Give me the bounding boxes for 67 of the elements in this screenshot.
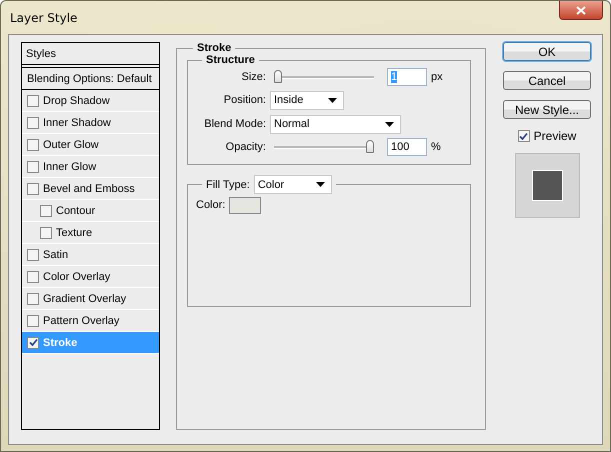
slider-thumb[interactable] <box>274 70 282 83</box>
style-item[interactable]: Drop Shadow <box>22 90 159 112</box>
style-label: Gradient Overlay <box>43 292 126 304</box>
field-label: Size: <box>240 71 266 83</box>
group-title: Stroke <box>196 42 232 54</box>
list-header: Styles <box>22 43 159 68</box>
style-item[interactable]: Gradient Overlay <box>22 288 159 310</box>
checkbox[interactable] <box>27 248 39 260</box>
checkbox[interactable] <box>27 336 39 348</box>
checkbox[interactable] <box>27 314 39 326</box>
checkbox[interactable] <box>27 292 39 304</box>
opacity-field[interactable]: 100 <box>387 138 427 156</box>
checkbox[interactable] <box>27 182 39 194</box>
checkbox[interactable] <box>27 116 39 128</box>
slider-thumb[interactable] <box>366 140 374 153</box>
style-label: Contour <box>56 204 96 216</box>
dialog-button[interactable]: New Style... <box>503 100 591 119</box>
style-item[interactable]: Blending Options: Default <box>22 68 159 90</box>
close-icon <box>576 6 586 14</box>
group-title: Structure <box>205 54 256 66</box>
field-label: Fill Type: <box>206 178 250 190</box>
style-label: Pattern Overlay <box>43 314 120 326</box>
style-item[interactable]: Contour <box>22 200 159 222</box>
style-label: Stroke <box>43 336 78 348</box>
style-item[interactable]: Outer Glow <box>22 134 159 156</box>
checkbox[interactable] <box>27 160 39 172</box>
style-item[interactable]: Satin <box>22 244 159 266</box>
color-swatch[interactable] <box>229 196 262 214</box>
field-label: Blend Mode: <box>203 118 266 130</box>
style-item[interactable]: Inner Glow <box>22 156 159 178</box>
checkbox[interactable] <box>27 138 39 150</box>
fill-type-dropdown[interactable]: Color <box>254 175 332 194</box>
blend-mode-dropdown[interactable]: Normal <box>270 114 401 134</box>
style-item[interactable]: Color Overlay <box>22 266 159 288</box>
style-label: Inner Glow <box>43 160 96 172</box>
close-button[interactable] <box>559 1 603 20</box>
style-item[interactable]: Inner Shadow <box>22 112 159 134</box>
position-dropdown[interactable]: Inside <box>270 90 344 110</box>
preview-checkbox[interactable] <box>518 130 530 142</box>
checkbox[interactable] <box>40 204 52 216</box>
window-title: Layer Style <box>9 10 78 24</box>
style-item[interactable]: Texture <box>22 222 159 244</box>
style-label: Drop Shadow <box>43 94 110 106</box>
style-label: Satin <box>43 248 68 260</box>
style-label: Outer Glow <box>43 138 99 150</box>
field-label: Position: <box>222 94 266 106</box>
check-icon <box>28 338 38 347</box>
square-icon <box>532 170 562 201</box>
caret-icon <box>316 182 325 187</box>
caret-icon <box>385 122 394 126</box>
unit-label: % <box>431 141 441 153</box>
preview-label: Preview <box>534 129 576 143</box>
field-label: Opacity: <box>224 141 266 153</box>
checkbox[interactable] <box>27 94 39 106</box>
style-label: Inner Shadow <box>43 116 111 128</box>
style-label: Bevel and Emboss <box>43 182 135 194</box>
check-icon <box>519 132 528 140</box>
checkbox[interactable] <box>27 270 39 282</box>
style-label: Texture <box>56 226 92 238</box>
unit-label: px <box>431 71 443 83</box>
caret-icon <box>328 98 337 102</box>
checkbox[interactable] <box>40 226 52 238</box>
field-label: Color: <box>196 199 226 211</box>
style-item[interactable]: Bevel and Emboss <box>22 178 159 200</box>
dialog-button[interactable]: Cancel <box>503 71 591 90</box>
style-label: Color Overlay <box>43 270 110 282</box>
dialog-button[interactable]: OK <box>503 42 591 61</box>
